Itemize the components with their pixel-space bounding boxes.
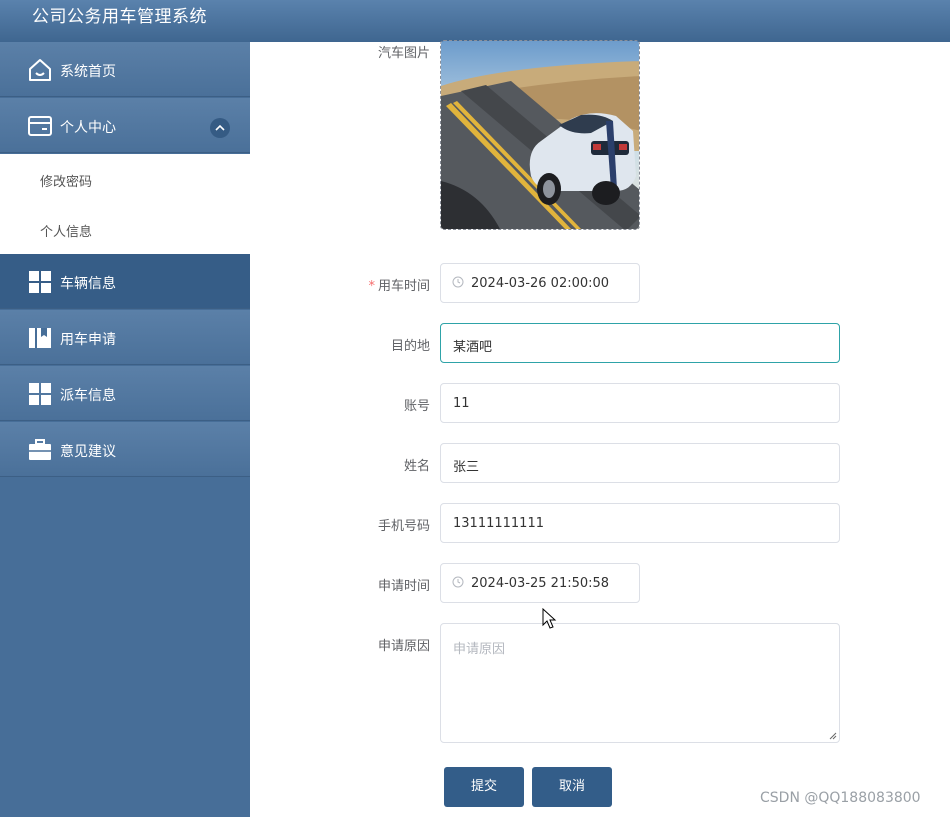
watermark: CSDN @QQ188083800 xyxy=(760,790,921,806)
reason-label: 申请原因 xyxy=(377,639,430,654)
sidebar-item-dispatch[interactable]: 派车信息 xyxy=(0,366,250,421)
card-icon xyxy=(28,116,52,136)
phone-input[interactable]: 13111111111 xyxy=(440,503,840,543)
use-time-label: * 用车时间 xyxy=(368,279,430,294)
clock-icon xyxy=(452,276,464,288)
reason-textarea[interactable]: 申请原因 xyxy=(440,623,840,743)
chevron-up-icon[interactable] xyxy=(210,118,230,138)
destination-value: 某酒吧 xyxy=(453,340,493,355)
top-bar: 公司公务用车管理系统 xyxy=(0,0,950,42)
sidebar-item-personal-center[interactable]: 个人中心 xyxy=(0,98,250,153)
sidebar-item-label: 用车申请 xyxy=(60,332,116,348)
sidebar-item-home[interactable]: 系统首页 xyxy=(0,42,250,97)
submit-button[interactable]: 提交 xyxy=(444,767,524,807)
grid-icon xyxy=(29,383,51,405)
sidebar-item-label: 意见建议 xyxy=(60,444,116,460)
destination-input[interactable]: 某酒吧 xyxy=(440,323,840,363)
apply-time-label: 申请时间 xyxy=(377,579,430,594)
cancel-button[interactable]: 取消 xyxy=(532,767,612,807)
name-input[interactable]: 张三 xyxy=(440,443,840,483)
phone-value: 13111111111 xyxy=(453,516,544,531)
sidebar-item-label: 个人中心 xyxy=(60,120,116,136)
car-image-label: 汽车图片 xyxy=(377,46,430,61)
name-value: 张三 xyxy=(453,460,480,475)
reason-placeholder: 申请原因 xyxy=(453,642,506,657)
app-title: 公司公务用车管理系统 xyxy=(32,7,207,27)
sidebar-item-label: 车辆信息 xyxy=(60,276,116,292)
car-image[interactable] xyxy=(440,40,640,230)
personal-center-submenu: 修改密码 个人信息 xyxy=(0,154,250,254)
resize-handle-icon[interactable] xyxy=(829,732,837,740)
sidebar-item-vehicles[interactable]: 车辆信息 xyxy=(0,254,250,309)
sidebar-item-label: 系统首页 xyxy=(60,64,116,80)
grid-icon xyxy=(29,271,51,293)
submenu-item-change-password[interactable]: 修改密码 xyxy=(40,171,92,190)
destination-label: 目的地 xyxy=(390,339,430,354)
apply-time-value: 2024-03-25 21:50:58 xyxy=(471,576,610,591)
phone-label: 手机号码 xyxy=(377,519,430,534)
use-time-value: 2024-03-26 02:00:00 xyxy=(471,276,610,291)
sidebar-item-label: 派车信息 xyxy=(60,388,116,404)
account-value: 11 xyxy=(453,396,470,411)
apply-time-picker[interactable]: 2024-03-25 21:50:58 xyxy=(440,563,640,603)
home-icon xyxy=(29,59,51,81)
briefcase-icon xyxy=(29,439,51,460)
sidebar-item-feedback[interactable]: 意见建议 xyxy=(0,422,250,477)
name-label: 姓名 xyxy=(403,459,430,474)
account-label: 账号 xyxy=(403,399,430,414)
mouse-cursor-icon xyxy=(542,608,557,629)
sidebar-item-car-application[interactable]: 用车申请 xyxy=(0,310,250,365)
submenu-item-personal-info[interactable]: 个人信息 xyxy=(40,221,92,240)
book-icon xyxy=(29,328,51,348)
clock-icon xyxy=(452,576,464,588)
form-area: 汽车图片 * 用车时间 2024-03-26 02:00:00 目的地 某酒吧 … xyxy=(250,40,950,817)
use-time-picker[interactable]: 2024-03-26 02:00:00 xyxy=(440,263,640,303)
account-input[interactable]: 11 xyxy=(440,383,840,423)
